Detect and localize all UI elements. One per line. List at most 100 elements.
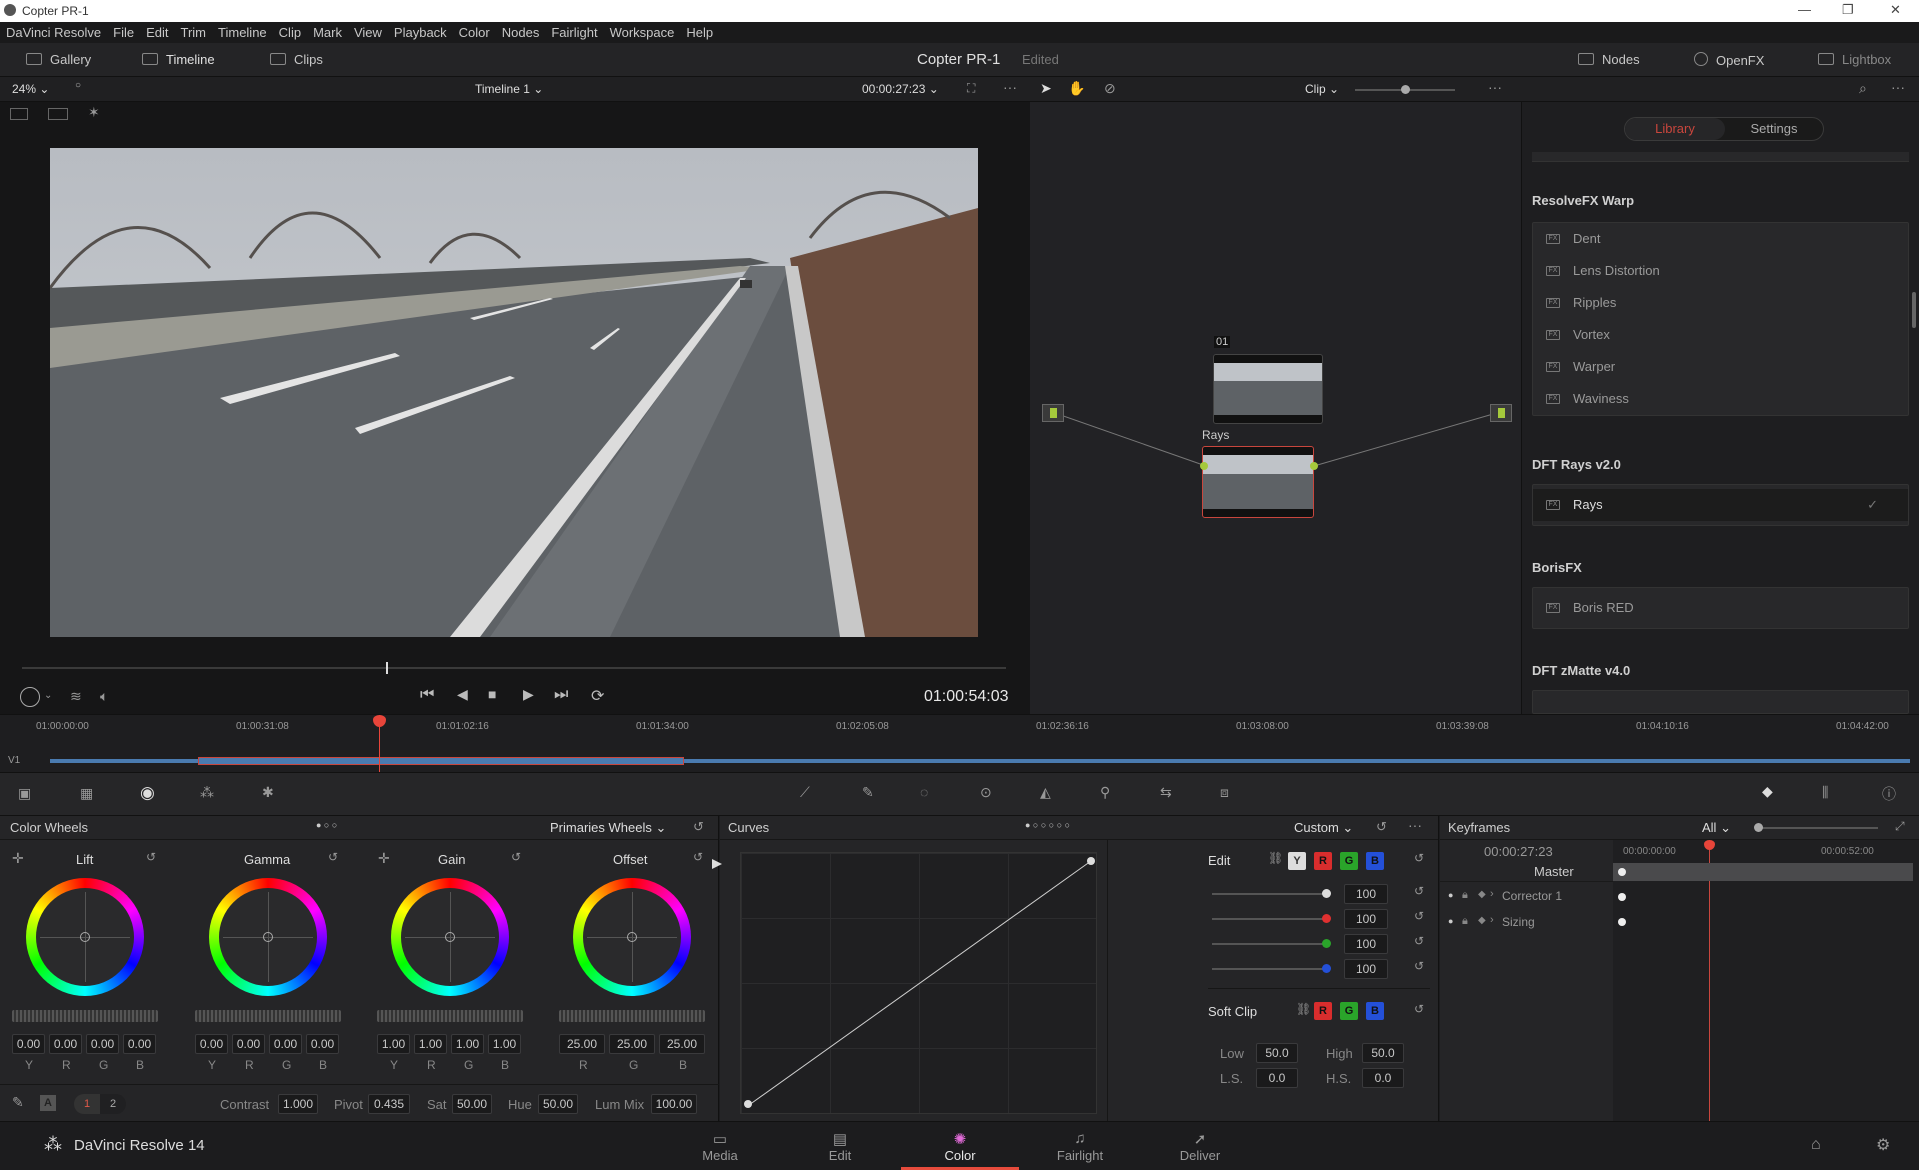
3d-icon[interactable]: ⧈ xyxy=(1220,784,1229,801)
openfx-button[interactable]: OpenFX xyxy=(1694,52,1764,68)
sizing-icon[interactable]: ⇆ xyxy=(1160,784,1172,801)
intensity-slider-r[interactable] xyxy=(1212,918,1329,920)
playhead-handle[interactable] xyxy=(373,715,386,727)
slider-handle[interactable] xyxy=(1322,889,1331,898)
reset-icon[interactable]: ↺ xyxy=(146,850,156,864)
fx-item-selected[interactable]: FX Rays ✓ xyxy=(1533,489,1908,521)
intensity-slider-b[interactable] xyxy=(1212,968,1329,970)
lock-icon[interactable]: 🔒︎ xyxy=(1462,915,1468,928)
motion-effects-icon[interactable]: ✱ xyxy=(262,784,274,801)
bypass-icon[interactable]: ⊘ xyxy=(1104,80,1116,97)
softclip-b-button[interactable]: B xyxy=(1366,1002,1384,1020)
enable-dot-icon[interactable]: ● xyxy=(1448,916,1453,926)
view-single-icon[interactable] xyxy=(10,108,28,120)
fx-item[interactable]: FX Ripples xyxy=(1533,287,1908,319)
scopes-icon[interactable]: ⫼ xyxy=(1822,784,1828,801)
camera-raw-icon[interactable]: ▣ xyxy=(18,785,31,802)
intensity-r[interactable]: 100 xyxy=(1344,909,1388,929)
fx-icon[interactable] xyxy=(20,687,40,707)
menu-item[interactable]: Color xyxy=(453,22,496,40)
lock-icon[interactable]: 🔒︎ xyxy=(1462,889,1468,902)
expand-icon[interactable]: ⤢ xyxy=(1895,819,1905,834)
gain-g[interactable]: 1.00 xyxy=(451,1034,484,1054)
link-icon[interactable]: ⛓ xyxy=(1296,1002,1311,1016)
sat-field[interactable]: 50.00 xyxy=(452,1094,492,1114)
lift-master-wheel[interactable] xyxy=(12,1010,158,1022)
more-options-icon[interactable]: ··· xyxy=(1003,79,1017,95)
curves-icon[interactable]: ⟋ xyxy=(800,784,810,801)
reset-icon[interactable]: ↺ xyxy=(1414,959,1424,973)
loop-icon[interactable]: ⟳ xyxy=(591,686,604,706)
menu-item[interactable]: Nodes xyxy=(496,22,546,40)
hand-icon[interactable]: ✋ xyxy=(1068,80,1085,97)
color-match-icon[interactable]: ▦ xyxy=(80,785,93,802)
lift-y[interactable]: 0.00 xyxy=(12,1034,45,1054)
fx-item[interactable]: FX Warper xyxy=(1533,351,1908,383)
fx-item[interactable]: FX Vortex xyxy=(1533,319,1908,351)
tab-library[interactable]: Library xyxy=(1625,118,1725,140)
go-to-end-icon[interactable]: ⏭︎ xyxy=(554,686,568,704)
reset-icon[interactable]: ↺ xyxy=(511,850,521,864)
gamma-b[interactable]: 0.00 xyxy=(306,1034,339,1054)
lum-mix-field[interactable]: 100.00 xyxy=(651,1094,697,1114)
window-icon[interactable]: ◌ xyxy=(920,784,928,800)
contrast-field[interactable]: 1.000 xyxy=(278,1094,318,1114)
reset-icon[interactable]: ↺ xyxy=(693,819,704,835)
hue-field[interactable]: 50.00 xyxy=(538,1094,578,1114)
keyframe-zoom-slider[interactable] xyxy=(1758,827,1878,829)
layers-icon[interactable]: ≋ xyxy=(70,688,82,705)
lift-g[interactable]: 0.00 xyxy=(86,1034,119,1054)
menu-item[interactable]: Playback xyxy=(388,22,453,40)
menu-item[interactable]: Workspace xyxy=(604,22,681,40)
auto-icon[interactable]: A xyxy=(40,1095,56,1111)
gamma-r[interactable]: 0.00 xyxy=(232,1034,265,1054)
lift-b[interactable]: 0.00 xyxy=(123,1034,156,1054)
menu-item[interactable]: Fairlight xyxy=(545,22,603,40)
wheels-mode-select[interactable]: Primaries Wheels ⌄ xyxy=(550,820,666,836)
menu-item[interactable]: Clip xyxy=(273,22,307,40)
low-field[interactable]: 50.0 xyxy=(1256,1043,1298,1063)
curve-point-high[interactable] xyxy=(1087,857,1095,865)
curve-point-low[interactable] xyxy=(744,1100,752,1108)
menu-item[interactable]: Help xyxy=(680,22,719,40)
curve-graph[interactable] xyxy=(740,852,1097,1114)
node-output[interactable] xyxy=(1490,404,1512,422)
gallery-button[interactable]: Gallery xyxy=(26,52,91,67)
color-wheels-icon[interactable]: ◉ xyxy=(140,783,155,803)
lift-wheel[interactable] xyxy=(26,878,144,996)
link-icon[interactable]: ⛓ xyxy=(1268,851,1283,865)
lightbox-button[interactable]: Lightbox xyxy=(1818,52,1891,67)
slider-handle[interactable] xyxy=(1322,939,1331,948)
menu-item[interactable]: Trim xyxy=(175,22,213,40)
chevron-right-icon[interactable]: › xyxy=(1490,914,1494,926)
lift-r[interactable]: 0.00 xyxy=(49,1034,82,1054)
wheel-cursor[interactable] xyxy=(627,932,637,942)
blur-icon[interactable]: ◭ xyxy=(1040,784,1051,801)
wheel-cursor[interactable] xyxy=(263,932,273,942)
keyframe-filter-select[interactable]: All ⌄ xyxy=(1702,820,1731,836)
gain-r[interactable]: 1.00 xyxy=(414,1034,447,1054)
minimize-icon[interactable]: — xyxy=(1798,2,1811,17)
node-2[interactable] xyxy=(1202,446,1314,518)
gain-b[interactable]: 1.00 xyxy=(488,1034,521,1054)
more-options-icon[interactable]: ··· xyxy=(1891,79,1905,95)
node-zoom-handle[interactable] xyxy=(1401,85,1410,94)
intensity-b[interactable]: 100 xyxy=(1344,959,1388,979)
offset-g[interactable]: 25.00 xyxy=(609,1034,655,1054)
nodes-button[interactable]: Nodes xyxy=(1578,52,1640,67)
restore-icon[interactable]: ❐ xyxy=(1842,2,1854,18)
stop-icon[interactable]: ■ xyxy=(488,686,496,702)
chevron-right-icon[interactable]: › xyxy=(1490,888,1494,900)
picker-icon[interactable]: ✛ xyxy=(378,850,390,867)
reset-icon[interactable]: ↺ xyxy=(1414,909,1424,923)
keyframe-row-corrector[interactable]: ● 🔒︎ ◆ › Corrector 1 xyxy=(1440,886,1613,908)
node-2-input-dot[interactable] xyxy=(1200,462,1208,470)
fx-item[interactable]: FX Dent xyxy=(1533,223,1908,255)
pivot-field[interactable]: 0.435 xyxy=(368,1094,410,1114)
offset-r[interactable]: 25.00 xyxy=(559,1034,605,1054)
page-media[interactable]: ▭ Media xyxy=(675,1130,765,1163)
timecode-select[interactable]: 00:00:27:23 ⌄ xyxy=(862,82,939,96)
reset-icon[interactable]: ↺ xyxy=(1414,851,1424,865)
tracker-icon[interactable]: ⊙ xyxy=(980,784,992,801)
clips-button[interactable]: Clips xyxy=(270,52,323,67)
